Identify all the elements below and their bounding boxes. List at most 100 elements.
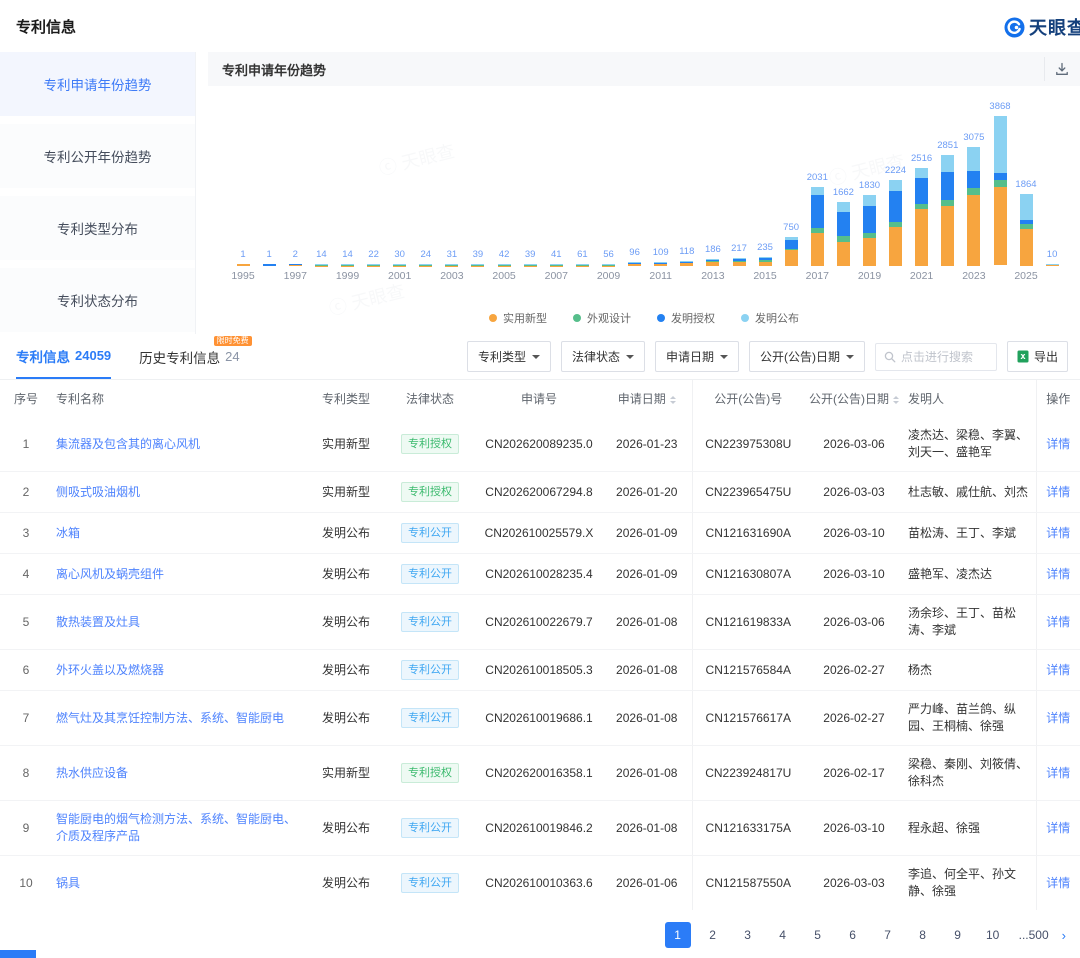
- page-button-9[interactable]: 9: [945, 922, 971, 948]
- bar-segment: [967, 171, 980, 188]
- x-axis-tick: 1999: [325, 270, 371, 282]
- cell-patent-type: 发明公布: [308, 513, 384, 554]
- filter-dropdown-2[interactable]: 申请日期: [655, 341, 739, 372]
- x-axis-tick: 2015: [742, 270, 788, 282]
- page-button-10[interactable]: 10: [980, 922, 1006, 948]
- chart-title: 专利申请年份趋势: [222, 60, 326, 79]
- filter-dropdown-3[interactable]: 公开(公告)日期: [749, 341, 865, 372]
- table-row-3: 3冰箱发明公布专利公开CN202610025579.X2026-01-09CN1…: [0, 513, 1080, 554]
- x-axis-tick: 2005: [481, 270, 527, 282]
- law-status-badge: 专利公开: [401, 660, 459, 680]
- x-axis-tick: 1995: [220, 270, 266, 282]
- filter-dropdown-0[interactable]: 专利类型: [467, 341, 551, 372]
- bar-2007: [550, 264, 563, 266]
- cell-patent-type: 实用新型: [308, 472, 384, 513]
- legend-item[interactable]: 发明公布: [741, 310, 799, 326]
- table-body: 1集流器及包含其的离心风机实用新型专利授权CN202620089235.0202…: [0, 417, 1080, 910]
- cell-inventors: 杜志敏、戚仕航、刘杰: [904, 472, 1036, 513]
- detail-link[interactable]: 详情: [1046, 876, 1070, 890]
- law-status-badge: 专利公开: [401, 523, 459, 543]
- download-icon[interactable]: [1044, 57, 1070, 81]
- patent-name-link[interactable]: 侧吸式吸油烟机: [56, 485, 140, 499]
- patent-name-link[interactable]: 锅具: [56, 876, 80, 890]
- table-header-row: 序号专利名称专利类型法律状态申请号申请日期公开(公告)号公开(公告)日期发明人操…: [0, 380, 1080, 417]
- cell-law-status-badge: 专利公开: [384, 801, 476, 856]
- sidebar-item-1[interactable]: 专利公开年份趋势: [0, 124, 195, 188]
- bar-segment: [811, 195, 824, 228]
- patent-name-link[interactable]: 离心风机及蜗壳组件: [56, 567, 164, 581]
- cell-publication-date: 2026-02-17: [804, 746, 904, 801]
- page-button-4[interactable]: 4: [770, 922, 796, 948]
- col-header-8: 发明人: [904, 380, 1036, 417]
- cell-detail-link: 详情: [1036, 554, 1080, 595]
- bar-2024: [994, 116, 1007, 266]
- cell-detail-link: 详情: [1036, 856, 1080, 911]
- law-status-badge: 专利授权: [401, 482, 459, 502]
- patent-name-link[interactable]: 集流器及包含其的离心风机: [56, 437, 200, 451]
- detail-link[interactable]: 详情: [1046, 663, 1070, 677]
- x-axis-tick: 2007: [533, 270, 579, 282]
- page-button-3[interactable]: 3: [735, 922, 761, 948]
- bar-segment: [706, 262, 719, 266]
- filter-dropdown-1[interactable]: 法律状态: [561, 341, 645, 372]
- sidebar-item-0[interactable]: 专利申请年份趋势: [0, 52, 195, 116]
- bar-value-label: 235: [742, 242, 788, 253]
- cell-publication-number: CN223975308U: [692, 417, 804, 472]
- page-button-5[interactable]: 5: [805, 922, 831, 948]
- sort-icon[interactable]: [893, 393, 899, 407]
- cell-publication-date: 2026-03-10: [804, 801, 904, 856]
- bar-segment: [811, 233, 824, 266]
- detail-link[interactable]: 详情: [1046, 711, 1070, 725]
- filter-group: 专利类型法律状态申请日期公开(公告)日期 导出: [467, 341, 1068, 372]
- export-button[interactable]: 导出: [1007, 341, 1068, 372]
- search-box[interactable]: [875, 343, 997, 371]
- bar-2023: [967, 147, 980, 266]
- page-button-...500[interactable]: ...500: [1015, 922, 1053, 948]
- page-button-6[interactable]: 6: [840, 922, 866, 948]
- x-axis-tick: 2023: [951, 270, 997, 282]
- detail-link[interactable]: 详情: [1046, 766, 1070, 780]
- detail-link[interactable]: 详情: [1046, 437, 1070, 451]
- page-button-1[interactable]: 1: [665, 922, 691, 948]
- cell-law-status-badge: 专利公开: [384, 595, 476, 650]
- detail-link[interactable]: 详情: [1046, 615, 1070, 629]
- law-status-badge: 专利授权: [401, 434, 459, 454]
- detail-link[interactable]: 详情: [1046, 485, 1070, 499]
- legend-item[interactable]: 外观设计: [573, 310, 631, 326]
- legend-label: 实用新型: [503, 310, 547, 326]
- page-button-2[interactable]: 2: [700, 922, 726, 948]
- patent-name-link[interactable]: 燃气灶及其烹饪控制方法、系统、智能厨电: [56, 711, 284, 725]
- tab-0[interactable]: 专利信息24059: [16, 334, 111, 379]
- cell-patent-name-link: 热水供应设备: [52, 746, 308, 801]
- cell-publication-date: 2026-03-06: [804, 595, 904, 650]
- detail-link[interactable]: 详情: [1046, 567, 1070, 581]
- cell-application-number: CN202610010363.6: [476, 856, 602, 911]
- tab-1[interactable]: 历史专利信息24限时免费: [139, 334, 239, 379]
- legend-item[interactable]: 实用新型: [489, 310, 547, 326]
- bar-segment: [837, 242, 850, 266]
- legend-item[interactable]: 发明授权: [657, 310, 715, 326]
- cell-detail-link: 详情: [1036, 801, 1080, 856]
- tab-count: 24059: [75, 348, 111, 363]
- patent-name-link[interactable]: 热水供应设备: [56, 766, 128, 780]
- sidebar-item-3[interactable]: 专利状态分布: [0, 268, 195, 332]
- patent-name-link[interactable]: 外环火盖以及燃烧器: [56, 663, 164, 677]
- sort-icon[interactable]: [670, 393, 676, 407]
- patent-name-link[interactable]: 冰箱: [56, 526, 80, 540]
- cell-row-index: 3: [0, 513, 52, 554]
- col-header-9: 操作: [1036, 380, 1080, 417]
- patent-name-link[interactable]: 散热装置及灶具: [56, 615, 140, 629]
- bar-segment: [941, 155, 954, 172]
- patent-name-link[interactable]: 智能厨电的烟气检测方法、系统、智能厨电、介质及程序产品: [56, 812, 296, 843]
- sidebar-item-2[interactable]: 专利类型分布: [0, 196, 195, 260]
- table-row-6: 6外环火盖以及燃烧器发明公布专利公开CN202610018505.32026-0…: [0, 650, 1080, 691]
- detail-link[interactable]: 详情: [1046, 821, 1070, 835]
- page-button-8[interactable]: 8: [910, 922, 936, 948]
- page-button-7[interactable]: 7: [875, 922, 901, 948]
- bar-segment: [889, 180, 902, 191]
- detail-link[interactable]: 详情: [1046, 526, 1070, 540]
- search-input[interactable]: [901, 350, 991, 364]
- chevron-right-icon[interactable]: ›: [1062, 928, 1066, 943]
- bar-2016: [785, 237, 798, 266]
- cell-publication-number: CN121587550A: [692, 856, 804, 911]
